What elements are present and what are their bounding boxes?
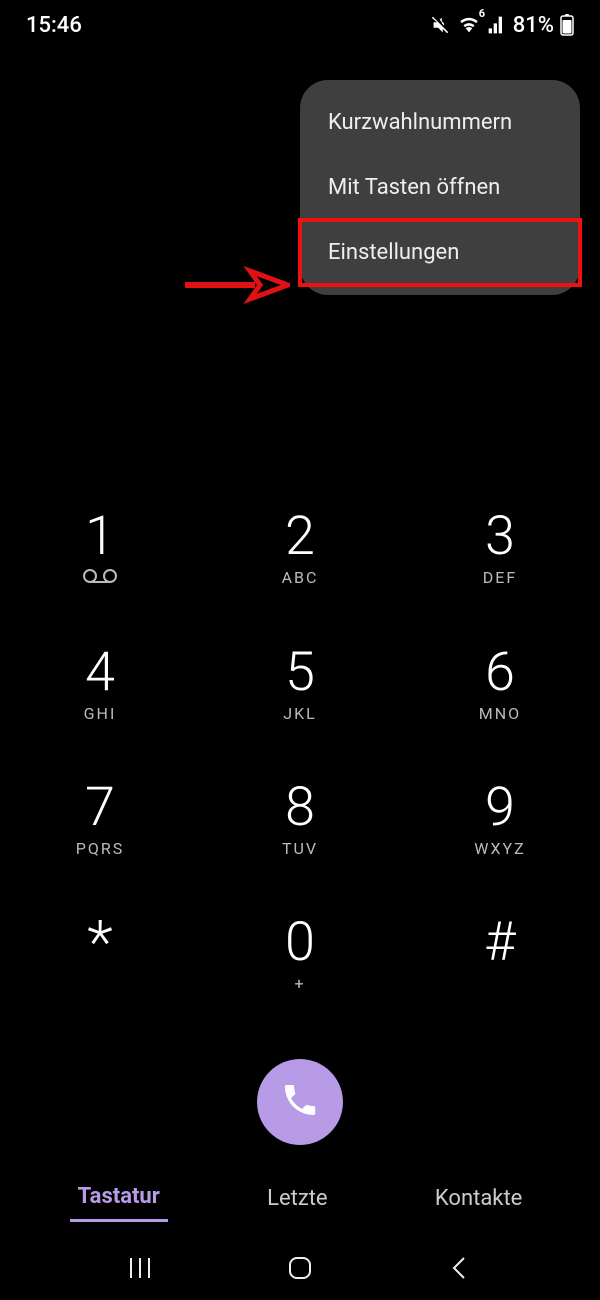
key-6[interactable]: 6 MNO (455, 646, 545, 723)
nav-home-button[interactable] (276, 1246, 324, 1294)
dial-keypad: 1 2 ABC 3 DEF 4 GHI 5 JKL 6 MNO 7 (0, 510, 600, 1145)
key-3[interactable]: 3 DEF (455, 510, 545, 588)
mute-icon (429, 14, 451, 36)
menu-item-speed-dial[interactable]: Kurzwahlnummern (300, 90, 580, 155)
menu-item-settings[interactable]: Einstellungen (300, 220, 580, 285)
key-sub: JKL (283, 704, 316, 723)
key-hash[interactable]: # (455, 916, 545, 993)
key-sub: ABC (282, 568, 319, 587)
key-5[interactable]: 5 JKL (255, 646, 345, 723)
wifi-icon (457, 14, 481, 36)
nav-recents-button[interactable] (116, 1246, 164, 1294)
key-sub: WXYZ (474, 839, 525, 858)
status-bar: 15:46 6 81% (0, 0, 600, 50)
battery-percent: 81% (513, 13, 554, 38)
key-sub: MNO (479, 704, 521, 723)
key-digit: # (484, 916, 515, 970)
recents-icon (127, 1255, 153, 1285)
status-icons: 6 81% (429, 13, 574, 38)
key-sub: + (294, 974, 305, 993)
key-7[interactable]: 7 PQRS (55, 781, 145, 858)
key-2[interactable]: 2 ABC (255, 510, 345, 588)
key-star[interactable]: * (55, 916, 145, 993)
key-digit: 8 (285, 781, 315, 835)
key-9[interactable]: 9 WXYZ (455, 781, 545, 858)
key-digit: 2 (285, 510, 315, 564)
tab-contacts[interactable]: Kontakte (427, 1176, 530, 1221)
bottom-tabs: Tastatur Letzte Kontakte (0, 1174, 600, 1222)
overflow-menu: Kurzwahlnummern Mit Tasten öffnen Einste… (300, 80, 580, 295)
key-sub: GHI (84, 704, 117, 723)
key-8[interactable]: 8 TUV (255, 781, 345, 858)
key-4[interactable]: 4 GHI (55, 646, 145, 723)
annotation-arrow-icon (180, 265, 290, 309)
key-sub: DEF (483, 568, 517, 587)
tab-recent[interactable]: Letzte (259, 1176, 336, 1221)
nav-back-button[interactable] (436, 1246, 484, 1294)
key-digit: 4 (85, 646, 115, 700)
call-button[interactable] (257, 1059, 343, 1145)
key-digit: 0 (285, 916, 315, 970)
key-digit: 3 (485, 510, 515, 564)
key-digit: 1 (85, 510, 115, 564)
menu-item-open-with-keys[interactable]: Mit Tasten öffnen (300, 155, 580, 220)
network-gen-label: 6 (479, 7, 485, 20)
back-icon (447, 1255, 473, 1285)
key-1[interactable]: 1 (55, 510, 145, 588)
key-0[interactable]: 0 + (255, 916, 345, 993)
key-digit: 6 (485, 646, 515, 700)
key-digit: * (87, 916, 112, 970)
key-digit: 7 (85, 781, 115, 835)
status-time: 15:46 (26, 13, 82, 38)
home-icon (287, 1255, 313, 1285)
battery-icon (560, 14, 574, 36)
tab-keypad[interactable]: Tastatur (70, 1174, 168, 1222)
key-sub: TUV (282, 839, 318, 858)
voicemail-icon (83, 568, 117, 588)
phone-icon (280, 1080, 320, 1124)
key-digit: 5 (285, 646, 315, 700)
key-digit: 9 (485, 781, 515, 835)
key-sub: PQRS (76, 839, 124, 858)
android-nav-bar (0, 1240, 600, 1300)
signal-icon: 6 (487, 15, 507, 35)
